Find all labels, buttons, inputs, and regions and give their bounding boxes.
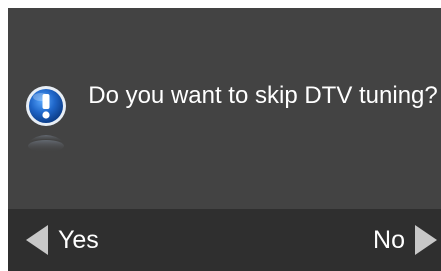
arrow-left-icon bbox=[26, 225, 48, 255]
yes-label: Yes bbox=[58, 225, 99, 254]
no-button[interactable]: No bbox=[373, 209, 437, 271]
arrow-right-icon bbox=[415, 225, 437, 255]
yes-button[interactable]: Yes bbox=[26, 209, 99, 271]
message-area: Do you want to skip DTV tuning? bbox=[8, 8, 441, 209]
dialog-message: Do you want to skip DTV tuning? bbox=[88, 82, 438, 109]
button-bar: Yes No bbox=[8, 209, 441, 271]
confirmation-dialog: Do you want to skip DTV tuning? Yes No bbox=[8, 8, 441, 271]
no-label: No bbox=[373, 225, 405, 254]
info-icon bbox=[26, 86, 66, 152]
